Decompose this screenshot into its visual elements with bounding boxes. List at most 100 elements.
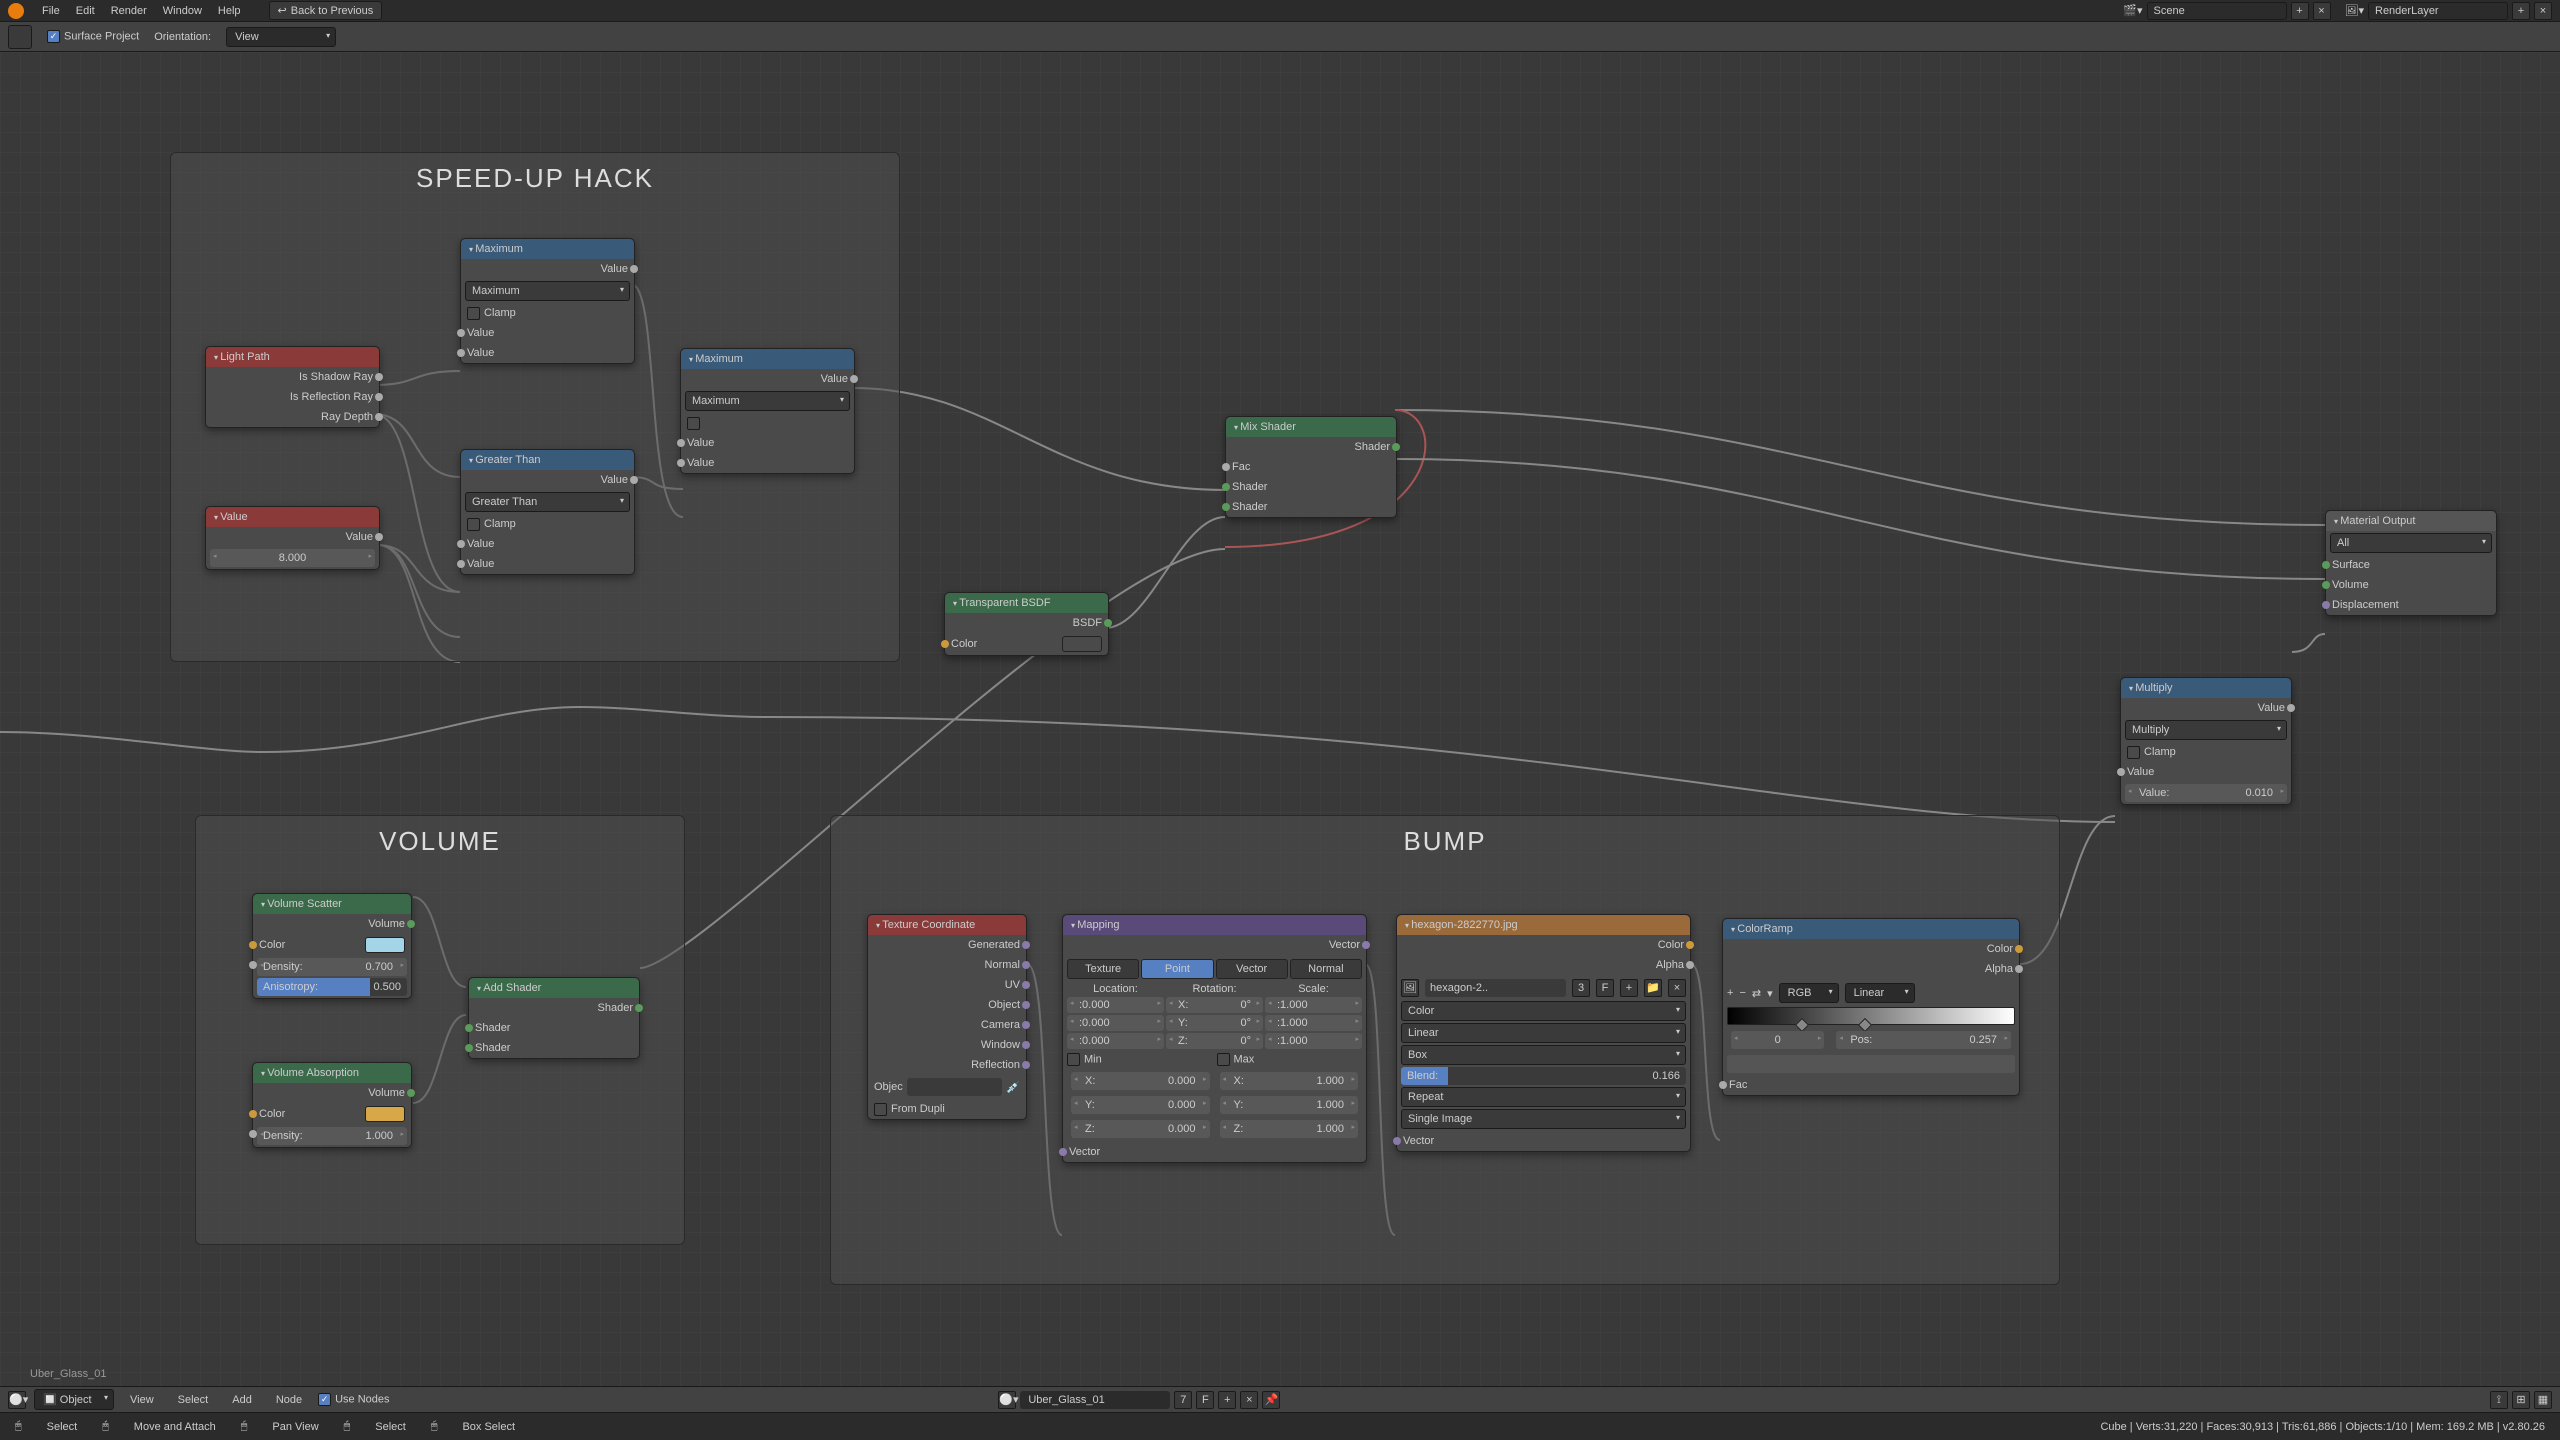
node-light-path[interactable]: Light Path Is Shadow Ray Is Reflection R… [205,346,380,428]
target-dropdown[interactable]: All [2330,533,2492,553]
color-swatch[interactable] [365,1106,405,1122]
menu-help[interactable]: Help [210,5,249,17]
node-material-output[interactable]: Material Output All Surface Volume Displ… [2325,510,2497,616]
node-greater-than[interactable]: Greater Than Value Greater Than Clamp Va… [460,449,635,575]
node-colorramp[interactable]: ColorRamp Color Alpha + − ⇄ ▾ RGB Linear… [1722,918,2020,1096]
max-toggle[interactable]: Max [1217,1053,1363,1066]
density-field[interactable]: Density:0.700 [257,958,407,976]
node-volume-absorption[interactable]: Volume Absorption Volume Color Density:1… [252,1062,412,1148]
new-material-button[interactable]: + [1218,1391,1236,1409]
node-header[interactable]: Multiply [2121,678,2291,698]
extension-dropdown[interactable]: Repeat [1401,1087,1686,1107]
stop-position[interactable]: Pos:0.257 [1836,1031,2011,1049]
node-header[interactable]: hexagon-2822770.jpg [1397,915,1690,935]
node-maximum[interactable]: Maximum Value Maximum Clamp Value Value [460,238,635,364]
clamp-checkbox[interactable] [687,417,700,430]
node-maximum-2[interactable]: Maximum Value Maximum Value Value [680,348,855,474]
image-users[interactable]: 3 [1572,979,1590,997]
fake-user-button[interactable]: F [1196,1391,1214,1409]
back-button[interactable]: ↩Back to Previous [269,1,383,20]
use-nodes-toggle[interactable]: Use Nodes [318,1393,389,1406]
unlink-button[interactable]: × [1668,979,1686,997]
node-header[interactable]: Volume Scatter [253,894,411,914]
clamp-checkbox[interactable] [467,518,480,531]
node-mix-shader[interactable]: Mix Shader Shader Fac Shader Shader [1225,416,1397,518]
blend-field[interactable]: Blend:0.166 [1401,1067,1686,1085]
node-header[interactable]: Mix Shader [1226,417,1396,437]
node-header[interactable]: Greater Than [461,450,634,470]
tab-normal[interactable]: Normal [1290,959,1362,979]
new-image-button[interactable]: + [1620,979,1638,997]
menu-file[interactable]: File [34,5,68,17]
node-value[interactable]: Value Value 8.000 [205,506,380,570]
scene-field[interactable]: Scene [2147,2,2287,20]
node-header[interactable]: Value [206,507,379,527]
tab-vector[interactable]: Vector [1216,959,1288,979]
node-header[interactable]: Mapping [1063,915,1366,935]
remove-stop-icon[interactable]: − [1739,987,1745,999]
node-header[interactable]: Material Output [2326,511,2496,531]
dupli-checkbox[interactable] [874,1103,887,1116]
gradient-bar[interactable] [1727,1007,2015,1025]
node-add-shader[interactable]: Add Shader Shader Shader Shader [468,977,640,1059]
scene-icon[interactable]: 🎬▾ [2123,4,2142,17]
menu-window[interactable]: Window [155,5,210,17]
material-name-field[interactable]: Uber_Glass_01 [1020,1391,1170,1409]
node-image-texture[interactable]: hexagon-2822770.jpg Color Alpha 🖼 hexago… [1396,914,1691,1152]
node-multiply[interactable]: Multiply Value Multiply Clamp Value Valu… [2120,677,2292,805]
mode-dropdown[interactable]: 🔲 Object [34,1389,114,1410]
image-browse-icon[interactable]: 🖼 [1401,979,1419,997]
color-swatch[interactable] [365,937,405,953]
pin-icon[interactable]: 📌 [1262,1391,1280,1409]
scene-add-button[interactable]: + [2291,2,2309,20]
layer-icon[interactable]: 🖼▾ [2345,4,2365,17]
node-header[interactable]: Texture Coordinate [868,915,1026,935]
snap-icon[interactable]: ⟟ [2490,1391,2508,1409]
clamp-checkbox[interactable] [467,307,480,320]
mode-dropdown[interactable]: Maximum [685,391,850,411]
node-editor-canvas[interactable]: SPEED-UP HACK VOLUME BUMP Light Path Is … [0,52,2560,1390]
min-toggle[interactable]: Min [1067,1053,1213,1066]
menu-view[interactable]: View [122,1394,162,1406]
layer-add-button[interactable]: + [2512,2,2530,20]
stop-index[interactable]: 0 [1731,1031,1824,1049]
scene-del-button[interactable]: × [2313,2,2331,20]
open-image-button[interactable]: 📁 [1644,979,1662,997]
node-header[interactable]: ColorRamp [1723,919,2019,939]
anisotropy-field[interactable]: Anisotropy:0.500 [257,978,407,996]
surface-project-toggle[interactable]: Surface Project [47,30,139,43]
node-header[interactable]: Volume Absorption [253,1063,411,1083]
menu-render[interactable]: Render [103,5,155,17]
node-header[interactable]: Transparent BSDF [945,593,1108,613]
mode-dropdown[interactable]: Greater Than [465,492,630,512]
node-mapping[interactable]: Mapping Vector Texture Point Vector Norm… [1062,914,1367,1163]
interp-dropdown[interactable]: Linear [1845,983,1915,1003]
material-users[interactable]: 7 [1174,1391,1192,1409]
material-browse-icon[interactable]: ⚪▾ [998,1391,1016,1409]
editor-type-icon[interactable]: ⚪▾ [8,1391,26,1409]
stop-color-swatch[interactable] [1727,1055,2015,1073]
node-volume-scatter[interactable]: Volume Scatter Volume Color Density:0.70… [252,893,412,999]
layer-del-button[interactable]: × [2534,2,2552,20]
overlay-icon[interactable]: ⊞ [2512,1391,2530,1409]
menu-node[interactable]: Node [268,1394,310,1406]
mode-dropdown[interactable]: Multiply [2125,720,2287,740]
menu-add[interactable]: Add [224,1394,260,1406]
node-texture-coordinate[interactable]: Texture Coordinate Generated Normal UV O… [867,914,1027,1120]
orientation-dropdown[interactable]: View [226,27,336,47]
cursor-icon[interactable] [8,25,32,49]
node-transparent-bsdf[interactable]: Transparent BSDF BSDF Color [944,592,1109,656]
tools-icon[interactable]: ▾ [1767,987,1773,1000]
layer-field[interactable]: RenderLayer [2368,2,2508,20]
color-swatch[interactable] [1062,636,1102,652]
tab-texture[interactable]: Texture [1067,959,1139,979]
object-field[interactable] [907,1078,1003,1096]
density-field[interactable]: Density:1.000 [257,1127,407,1145]
flip-icon[interactable]: ⇄ [1752,987,1761,1000]
image-name-field[interactable]: hexagon-2.. [1425,979,1566,997]
menu-select[interactable]: Select [170,1394,217,1406]
projection-dropdown[interactable]: Box [1401,1045,1686,1065]
eyedropper-icon[interactable]: 💉 [1006,1081,1020,1094]
node-header[interactable]: Maximum [461,239,634,259]
interpolation-dropdown[interactable]: Linear [1401,1023,1686,1043]
